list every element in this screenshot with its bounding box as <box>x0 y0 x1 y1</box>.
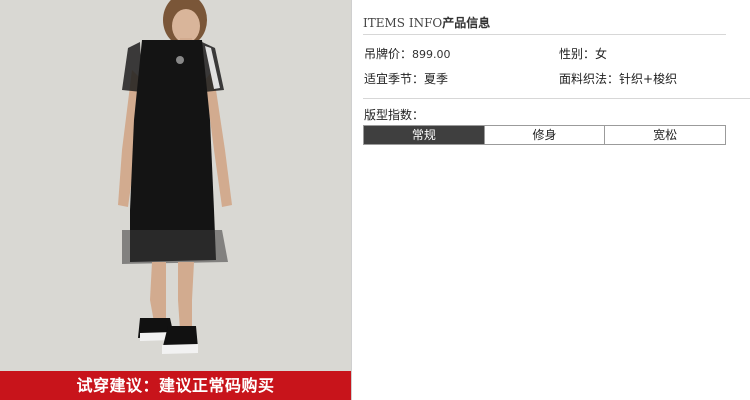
items-info-title-cn: 产品信息 <box>442 16 491 30</box>
season-label: 适宜季节： <box>364 72 425 86</box>
fit-suggestion-banner: 试穿建议：建议正常码购买 <box>0 371 351 400</box>
price-row: 吊牌价：899.00 <box>364 45 451 62</box>
gender-label: 性别： <box>559 47 596 61</box>
fit-option-loose: 宽松 <box>605 126 726 144</box>
items-info-title: ITEMS INFO产品信息 <box>363 14 726 35</box>
section-divider <box>363 98 750 99</box>
fabric-label: 面料织法： <box>559 72 620 86</box>
season-row: 适宜季节：夏季 <box>364 70 448 87</box>
fabric-row: 面料织法：针织+梭织 <box>559 70 677 87</box>
gender-value: 女 <box>595 47 608 61</box>
fit-index-bar: 常规 修身 宽松 <box>363 125 726 145</box>
gender-row: 性别：女 <box>559 45 607 62</box>
product-info-panel: ITEMS INFO产品信息 吊牌价：899.00 性别：女 适宜季节：夏季 面… <box>363 0 750 400</box>
fabric-value: 针织+梭织 <box>619 72 678 86</box>
product-photo <box>0 0 351 372</box>
price-label: 吊牌价： <box>364 47 413 61</box>
price-value: 899.00 <box>412 48 451 61</box>
fit-option-slim: 修身 <box>484 126 606 144</box>
fit-index-label: 版型指数： <box>364 108 425 122</box>
product-photo-panel: 试穿建议：建议正常码购买 <box>0 0 352 400</box>
items-info-title-en: ITEMS INFO <box>363 16 443 30</box>
fit-option-regular: 常规 <box>364 126 485 144</box>
season-value: 夏季 <box>424 72 449 86</box>
